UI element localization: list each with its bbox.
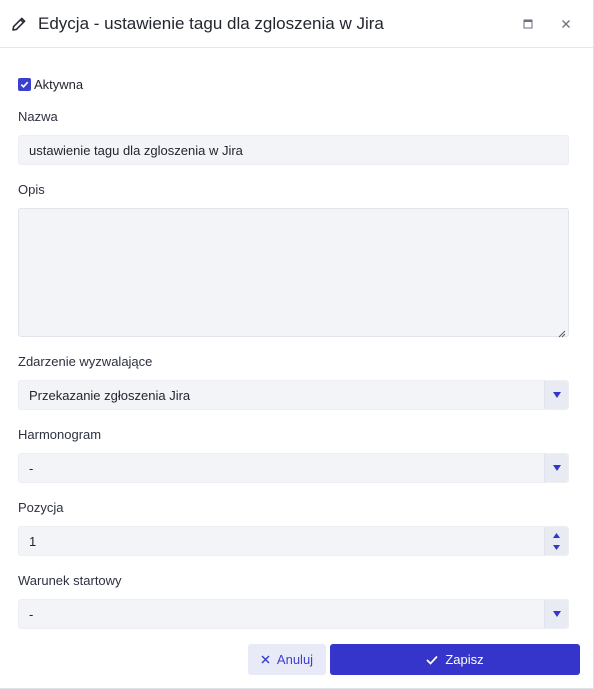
name-input[interactable]: ustawienie tagu dla zgloszenia w Jira [18, 135, 569, 165]
dialog-body: Aktywna Nazwa ustawienie tagu dla zglosz… [0, 76, 593, 629]
checkmark-icon [20, 81, 29, 88]
schedule-select-value: - [29, 460, 34, 476]
name-label: Nazwa [18, 109, 58, 124]
schedule-label: Harmonogram [18, 427, 102, 442]
check-icon [426, 655, 438, 665]
save-button-label: Zapisz [445, 652, 484, 667]
description-label: Opis [18, 182, 45, 197]
cancel-button-label: Anuluj [276, 652, 314, 667]
dialog-titlebar: Edycja - ustawienie tagu dla zgloszenia … [0, 0, 593, 48]
start-condition-value: - [29, 606, 34, 622]
trigger-label: Zdarzenie wyzwalające [18, 354, 153, 369]
position-label: Pozycja [18, 500, 64, 515]
pencil-icon [8, 13, 30, 35]
trigger-select-value: Przekazanie zgłoszenia Jira [29, 387, 191, 403]
caret-down-icon [553, 544, 560, 550]
start-condition-dropdown-button[interactable] [544, 600, 568, 628]
trigger-select[interactable]: Przekazanie zgłoszenia Jira [18, 380, 569, 410]
active-checkbox-label: Aktywna [34, 76, 84, 92]
cancel-button[interactable]: Anuluj [248, 644, 326, 675]
position-number-input[interactable]: 1 [18, 526, 569, 556]
position-spinner [544, 527, 568, 555]
schedule-select[interactable]: - [18, 453, 569, 483]
dialog-footer: Anuluj Zapisz [0, 644, 593, 675]
close-icon[interactable] [553, 11, 579, 37]
name-input-value: ustawienie tagu dla zgloszenia w Jira [29, 142, 243, 158]
edit-dialog: Edycja - ustawienie tagu dla zgloszenia … [0, 0, 594, 689]
caret-down-icon [552, 465, 561, 471]
maximize-icon[interactable] [515, 11, 541, 37]
caret-down-icon [552, 611, 561, 617]
active-checkbox-row[interactable]: Aktywna [18, 76, 569, 92]
decrement-button[interactable] [553, 541, 560, 553]
schedule-dropdown-button[interactable] [544, 454, 568, 482]
dialog-title: Edycja - ustawienie tagu dla zgloszenia … [38, 13, 384, 33]
close-icon [261, 655, 270, 664]
start-condition-label: Warunek startowy [18, 573, 122, 588]
save-button[interactable]: Zapisz [330, 644, 580, 675]
start-condition-select[interactable]: - [18, 599, 569, 629]
active-checkbox[interactable] [18, 77, 31, 91]
position-value: 1 [29, 533, 37, 549]
resize-grip-icon[interactable] [557, 325, 566, 338]
caret-up-icon [553, 532, 560, 538]
increment-button[interactable] [553, 529, 560, 541]
caret-down-icon [552, 392, 561, 398]
description-textarea[interactable] [18, 208, 569, 338]
trigger-dropdown-button[interactable] [544, 381, 568, 409]
